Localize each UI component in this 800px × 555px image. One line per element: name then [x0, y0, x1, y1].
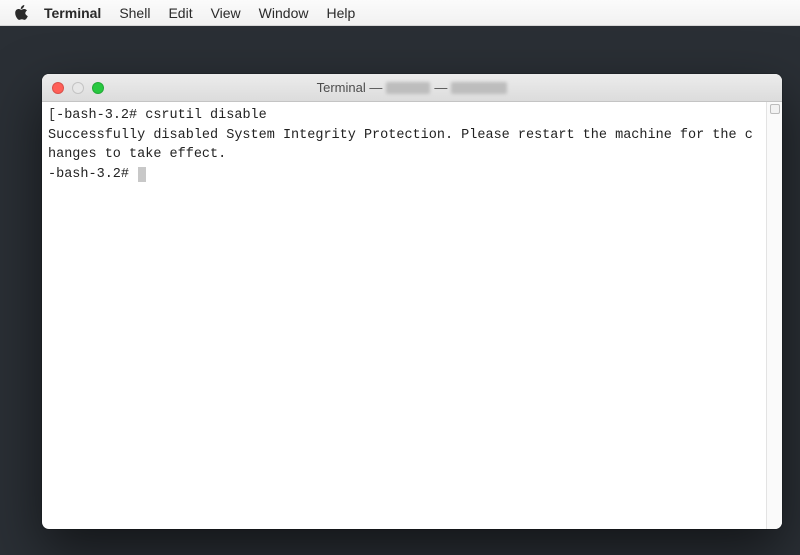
- traffic-lights: [52, 82, 104, 94]
- prompt-bracket: [: [48, 108, 56, 123]
- macos-menubar: Terminal Shell Edit View Window Help: [0, 0, 800, 26]
- window-title-prefix: Terminal —: [317, 80, 383, 95]
- zoom-icon[interactable]: [92, 82, 104, 94]
- menu-help[interactable]: Help: [326, 5, 355, 21]
- window-title-redacted: [386, 82, 430, 94]
- close-icon[interactable]: [52, 82, 64, 94]
- menubar-app-name[interactable]: Terminal: [44, 5, 101, 21]
- shell-prompt: -bash-3.2#: [48, 167, 129, 182]
- menu-view[interactable]: View: [211, 5, 241, 21]
- scrollbar-thumb[interactable]: [770, 104, 780, 114]
- shell-output-line: Successfully disabled System Integrity P…: [48, 128, 753, 163]
- window-title-redacted: [451, 82, 507, 94]
- menu-edit[interactable]: Edit: [168, 5, 192, 21]
- shell-command: csrutil disable: [145, 108, 267, 123]
- terminal-body: [-bash-3.2# csrutil disable Successfully…: [42, 102, 782, 529]
- window-title: Terminal — —: [42, 80, 782, 95]
- terminal-output[interactable]: [-bash-3.2# csrutil disable Successfully…: [42, 102, 766, 529]
- menu-window[interactable]: Window: [259, 5, 309, 21]
- shell-prompt: -bash-3.2#: [56, 108, 137, 123]
- cursor-icon: [138, 167, 146, 182]
- desktop-background: Terminal — — [-bash-3.2# csrutil disable…: [0, 26, 800, 555]
- window-titlebar[interactable]: Terminal — —: [42, 74, 782, 102]
- minimize-icon[interactable]: [72, 82, 84, 94]
- scrollbar[interactable]: [766, 102, 782, 529]
- window-title-dash: —: [434, 80, 447, 95]
- terminal-window: Terminal — — [-bash-3.2# csrutil disable…: [42, 74, 782, 529]
- menu-shell[interactable]: Shell: [119, 5, 150, 21]
- apple-logo-icon[interactable]: [14, 5, 30, 21]
